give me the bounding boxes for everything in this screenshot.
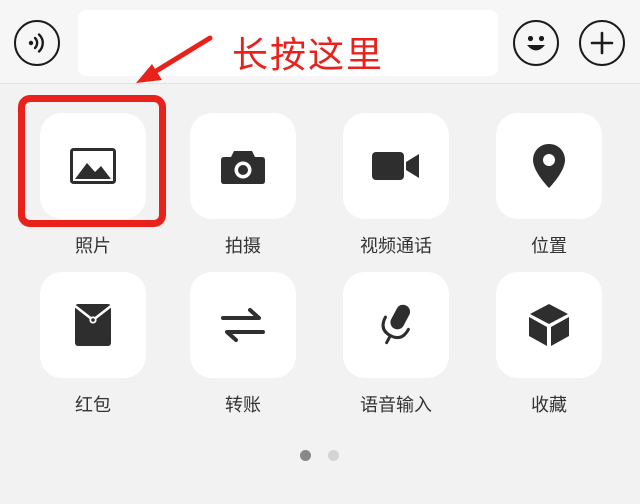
- page-indicator[interactable]: [300, 450, 344, 462]
- transfer-label: 转账: [225, 395, 261, 416]
- photo-label: 照片: [75, 236, 111, 257]
- favorites-tile[interactable]: [496, 272, 602, 378]
- plus-icon: [590, 31, 614, 55]
- favorites-label: 收藏: [531, 395, 567, 416]
- microphone-icon: [381, 304, 411, 345]
- page-dot[interactable]: [328, 450, 339, 461]
- voice-button[interactable]: [14, 20, 60, 66]
- video-call-label: 视频通话: [360, 236, 432, 257]
- more-button[interactable]: [579, 20, 625, 66]
- transfer-tile[interactable]: [190, 272, 296, 378]
- red-packet-tile[interactable]: [40, 272, 146, 378]
- transfer-icon: [221, 308, 265, 342]
- emoji-button[interactable]: [513, 20, 559, 66]
- video-call-tile[interactable]: [343, 113, 449, 219]
- emoji-icon: [527, 35, 545, 51]
- video-call-icon: [372, 152, 419, 180]
- favorites-icon: [529, 304, 569, 346]
- camera-label: 拍摄: [225, 236, 261, 257]
- location-icon: [533, 144, 565, 188]
- annotation-arrow-icon: [136, 35, 213, 83]
- location-tile[interactable]: [496, 113, 602, 219]
- voice-input-tile[interactable]: [343, 272, 449, 378]
- highlight-box: [18, 95, 166, 227]
- page-dot-active[interactable]: [300, 450, 311, 461]
- voice-icon: [28, 33, 44, 53]
- voice-input-label: 语音输入: [360, 395, 432, 416]
- red-packet-label: 红包: [75, 395, 111, 416]
- camera-tile[interactable]: [190, 113, 296, 219]
- annotation-text: 长按这里: [232, 35, 385, 76]
- red-packet-icon: [74, 304, 112, 346]
- location-label: 位置: [531, 236, 567, 257]
- camera-icon: [221, 151, 265, 184]
